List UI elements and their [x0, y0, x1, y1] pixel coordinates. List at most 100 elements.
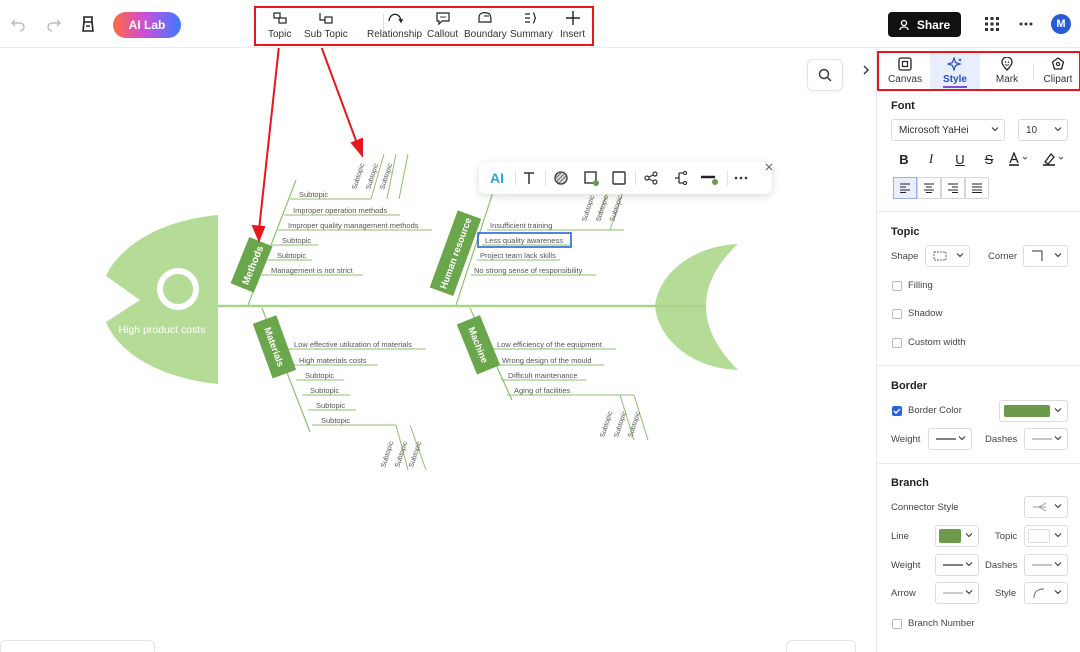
align-right-button[interactable] [941, 177, 965, 199]
border-weight-select[interactable] [928, 428, 972, 450]
font-family-select[interactable]: Microsoft YaHei [891, 119, 1005, 141]
more-icon[interactable] [1016, 14, 1036, 34]
corner-select[interactable] [1023, 245, 1068, 267]
svg-text:Low effective utilization of m: Low effective utilization of materials [294, 340, 412, 349]
border-dashes-select[interactable] [1024, 428, 1068, 450]
filling-checkbox[interactable] [892, 281, 902, 291]
border-button[interactable] [581, 168, 601, 188]
border-color-select[interactable] [999, 400, 1068, 422]
svg-text:Subtopic: Subtopic [609, 194, 624, 223]
align-right-icon [948, 183, 958, 193]
diagram-canvas[interactable]: High product costs Methods Subtopic Impr… [0, 48, 876, 652]
branch-line-color-select[interactable] [935, 525, 979, 547]
bottom-right-controls[interactable] [786, 640, 856, 652]
align-left-button[interactable] [893, 177, 917, 199]
subtopic-icon [319, 13, 333, 24]
section-divider [877, 365, 1080, 366]
connector-style-icon [1033, 502, 1047, 512]
boundary-button[interactable]: Boundary [464, 10, 507, 44]
tab-mark[interactable]: Mark [982, 53, 1032, 89]
format-painter-icon[interactable] [78, 14, 98, 34]
font-color-button[interactable] [1007, 150, 1031, 168]
chevron-down-icon [956, 253, 964, 258]
strikethrough-button[interactable]: S [980, 150, 998, 168]
head-label: High product costs [119, 324, 206, 336]
svg-text:No strong sense of responsibil: No strong sense of responsibility [474, 266, 583, 275]
chevron-down-icon [958, 436, 966, 441]
branch-arrow-label: Arrow [891, 588, 916, 599]
rectangle-shape-icon [933, 251, 947, 261]
ai-assist-button[interactable]: AI [486, 168, 508, 188]
italic-button[interactable]: I [922, 150, 940, 168]
close-icon [765, 163, 773, 171]
floatbar-more-button[interactable] [731, 168, 751, 188]
floatbar-close-button[interactable] [762, 160, 776, 174]
panel-collapse-button[interactable] [857, 56, 875, 84]
font-size-select[interactable]: 10 [1018, 119, 1068, 141]
shadow-label: Shadow [908, 308, 943, 319]
svg-text:Subtopic: Subtopic [599, 410, 614, 439]
border-color-label: Border Color [908, 405, 962, 416]
line-dash-icon [1032, 438, 1052, 440]
svg-text:Subtopic: Subtopic [351, 162, 366, 191]
line-style-button[interactable] [699, 168, 719, 188]
bottom-left-controls[interactable] [0, 640, 155, 652]
connector-style-label: Connector Style [891, 502, 959, 513]
connector-button[interactable] [671, 168, 691, 188]
floatbar-separator [515, 170, 516, 186]
underline-button[interactable]: U [951, 150, 969, 168]
topic-section-title: Topic [891, 226, 920, 238]
border-color-checkbox[interactable] [892, 406, 902, 416]
relationship-icon [387, 13, 403, 24]
svg-text:Subtopic: Subtopic [581, 194, 596, 223]
branch-weight-select[interactable] [935, 554, 979, 576]
branch-dashes-select[interactable] [1024, 554, 1068, 576]
ai-lab-button[interactable]: AI Lab [113, 12, 181, 38]
text-style-button[interactable] [519, 168, 539, 188]
undo-icon[interactable] [8, 14, 28, 34]
highlighter-icon [1043, 153, 1064, 166]
insert-button[interactable]: Insert [560, 10, 585, 44]
share-button[interactable]: Share [888, 12, 961, 37]
layout-button[interactable] [641, 168, 661, 188]
fill-pattern-icon [554, 171, 568, 185]
user-avatar[interactable]: M [1051, 14, 1071, 34]
svg-text:Subtopic: Subtopic [299, 190, 328, 199]
shape-select[interactable] [925, 245, 970, 267]
apps-grid-icon[interactable] [982, 14, 1002, 34]
fill-button[interactable] [551, 168, 571, 188]
chevron-down-icon [1054, 504, 1062, 509]
bold-button[interactable]: B [895, 150, 913, 168]
branch-arrow-select[interactable] [935, 582, 979, 604]
tab-style[interactable]: Style [930, 53, 980, 89]
summary-button[interactable]: Summary [510, 10, 553, 44]
relationship-button[interactable]: Relationship [367, 10, 422, 44]
user-plus-icon [899, 19, 909, 30]
align-justify-button[interactable] [965, 177, 989, 199]
branch-layout-icon [644, 171, 658, 185]
canvas-search-button[interactable] [807, 59, 843, 91]
tab-clipart[interactable]: Clipart [1033, 53, 1080, 89]
branch-style-select[interactable] [1024, 582, 1068, 604]
shape-button[interactable] [609, 168, 629, 188]
branch-topic-swatch [1028, 529, 1050, 543]
connector-style-select[interactable] [1024, 496, 1068, 518]
custom-width-checkbox[interactable] [892, 338, 902, 348]
subtopic-button[interactable]: Sub Topic [304, 10, 348, 44]
topic-button[interactable]: Topic [268, 10, 291, 44]
properties-panel: Canvas Style Mark Clipart Font Microsoft… [876, 48, 1080, 652]
callout-button[interactable]: Callout [427, 10, 458, 44]
align-center-button[interactable] [917, 177, 941, 199]
tab-canvas[interactable]: Canvas [880, 53, 930, 89]
shadow-checkbox[interactable] [892, 309, 902, 319]
highlight-color-button[interactable] [1041, 150, 1067, 168]
branch-number-label: Branch Number [908, 618, 975, 629]
branch-number-checkbox[interactable] [892, 619, 902, 629]
redo-icon[interactable] [44, 14, 64, 34]
branch-line-swatch [939, 529, 961, 543]
custom-width-label: Custom width [908, 337, 966, 348]
branch-topic-color-select[interactable] [1024, 525, 1068, 547]
text-icon [524, 172, 534, 184]
branch-weight-label: Weight [891, 560, 921, 571]
chevron-down-icon [965, 533, 973, 538]
